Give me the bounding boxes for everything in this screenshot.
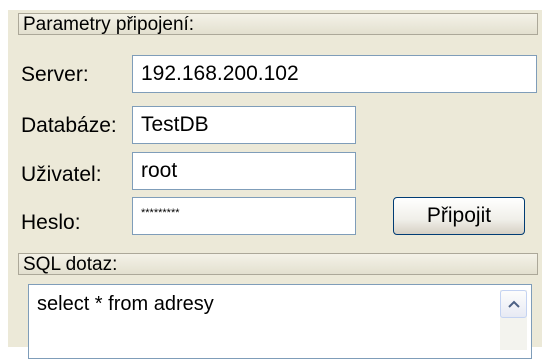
scroll-up-button[interactable] [500,290,527,318]
connection-panel: Parametry připojení: Server: 192.168.200… [8,10,542,359]
password-input[interactable]: ********* [132,197,356,235]
user-input[interactable]: root [132,152,356,190]
database-input[interactable]: TestDB [132,106,356,144]
server-label: Server: [21,63,89,86]
query-group-header: SQL dotaz: [18,253,538,275]
sql-query-text: select * from adresy [37,293,214,315]
cropped-title [0,0,542,10]
password-label: Heslo: [21,211,81,234]
connection-group-header: Parametry připojení: [18,13,538,35]
server-input[interactable]: 192.168.200.102 [132,55,537,93]
vertical-scrollbar[interactable] [500,290,527,350]
user-label: Uživatel: [21,163,102,186]
database-label: Databáze: [21,114,117,137]
chevron-up-icon [507,300,520,308]
connect-button[interactable]: Připojit [393,197,525,235]
sql-query-textarea[interactable]: select * from adresy [28,284,532,359]
